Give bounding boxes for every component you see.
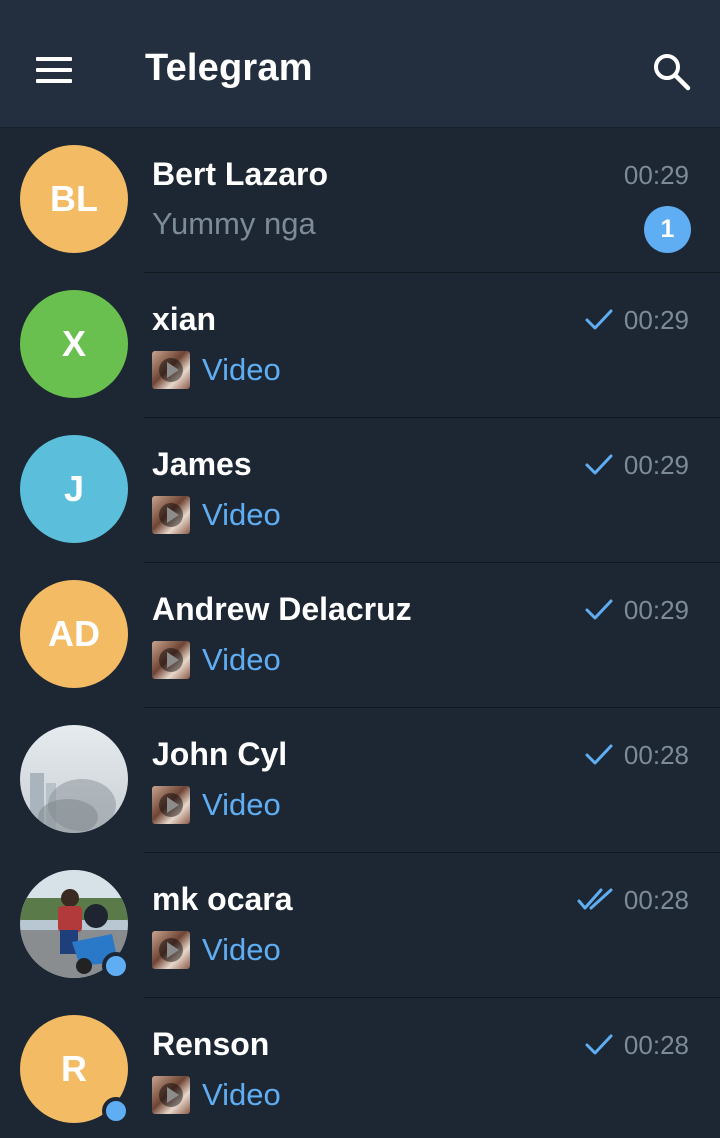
app-title: Telegram: [145, 47, 313, 89]
chat-row-james[interactable]: J James 00:29 Video: [0, 418, 720, 563]
hazy-sky-photo: [20, 725, 128, 833]
unread-count-badge: 1: [644, 206, 691, 253]
message-time: 00:28: [623, 1030, 689, 1060]
search-button[interactable]: [640, 40, 704, 104]
message-preview: Video: [152, 931, 281, 969]
online-indicator: [102, 952, 130, 980]
message-preview: Video: [152, 1076, 281, 1114]
top-app-bar: Telegram: [0, 0, 720, 128]
message-time: 00:28: [623, 885, 689, 915]
single-check-icon: [585, 454, 613, 475]
chat-name: James: [152, 446, 252, 482]
play-circle: [159, 503, 183, 527]
message-status: [584, 742, 614, 773]
video-thumbnail-icon: [152, 1076, 190, 1114]
video-thumbnail-icon: [152, 931, 190, 969]
message-preview: Yummy nga: [152, 206, 316, 242]
double-check-icon: [577, 888, 613, 910]
message-preview: Video: [152, 496, 281, 534]
chat-name: Andrew Delacruz: [152, 591, 412, 627]
play-circle: [159, 938, 183, 962]
chat-name: John Cyl: [152, 736, 288, 772]
preview-text: Yummy nga: [152, 206, 316, 241]
message-time: 00:29: [623, 305, 689, 335]
hamburger-menu-icon: [36, 57, 72, 83]
chat-name: mk ocara: [152, 881, 293, 917]
avatar[interactable]: X: [20, 290, 128, 398]
play-circle: [159, 1083, 183, 1107]
play-circle: [159, 793, 183, 817]
avatar[interactable]: AD: [20, 580, 128, 688]
preview-text: Video: [202, 352, 281, 387]
avatar-initials: X: [61, 323, 86, 364]
message-time: 00:29: [623, 160, 689, 190]
chat-name: Renson: [152, 1026, 270, 1062]
message-status: [584, 307, 614, 338]
message-status: [584, 597, 614, 628]
message-time: 00:29: [623, 595, 689, 625]
avatar[interactable]: J: [20, 435, 128, 543]
video-thumbnail-icon: [152, 496, 190, 534]
menu-button[interactable]: [22, 42, 88, 100]
message-preview: Video: [152, 786, 281, 824]
avatar[interactable]: BL: [20, 145, 128, 253]
single-check-icon: [585, 599, 613, 620]
avatar-initials: AD: [48, 613, 100, 654]
avatar-initials: R: [61, 1048, 87, 1089]
chat-row-xian[interactable]: X xian 00:29 Video: [0, 273, 720, 418]
avatar-initials: J: [63, 468, 85, 509]
preview-text: Video: [202, 642, 281, 677]
message-time: 00:28: [623, 740, 689, 770]
single-check-icon: [585, 1034, 613, 1055]
video-thumbnail-icon: [152, 786, 190, 824]
single-check-icon: [585, 744, 613, 765]
play-circle: [159, 358, 183, 382]
chat-row-mk-ocara[interactable]: mk ocara 00:28 Video: [0, 853, 720, 998]
video-thumbnail-icon: [152, 641, 190, 679]
message-status: [577, 887, 615, 918]
search-icon: [654, 54, 691, 91]
online-indicator: [102, 1097, 130, 1125]
chat-row-john-cyl[interactable]: John Cyl 00:28 Video: [0, 708, 720, 853]
preview-text: Video: [202, 1077, 281, 1112]
message-preview: Video: [152, 641, 281, 679]
preview-text: Video: [202, 497, 281, 532]
preview-text: Video: [202, 932, 281, 967]
video-thumbnail-icon: [152, 351, 190, 389]
avatar[interactable]: R: [20, 1015, 130, 1125]
single-check-icon: [585, 309, 613, 330]
chat-list: BL Bert Lazaro 00:29 Yummy nga 1 X xian …: [0, 128, 720, 1138]
message-preview: Video: [152, 351, 281, 389]
chat-row-andrew-delacruz[interactable]: AD Andrew Delacruz 00:29 Video: [0, 563, 720, 708]
chat-row-bert-lazaro[interactable]: BL Bert Lazaro 00:29 Yummy nga 1: [0, 128, 720, 273]
chat-name: Bert Lazaro: [152, 156, 329, 192]
message-time: 00:29: [623, 450, 689, 480]
message-status: [584, 452, 614, 483]
message-status: [584, 1032, 614, 1063]
chat-name: xian: [152, 301, 217, 337]
play-circle: [159, 648, 183, 672]
avatar[interactable]: [20, 725, 128, 833]
chat-row-renson[interactable]: R Renson 00:28 Video: [0, 998, 720, 1138]
telegram-app: Telegram BL Bert Lazaro 00:29 Yummy nga …: [0, 0, 720, 1138]
avatar[interactable]: [20, 870, 130, 980]
preview-text: Video: [202, 787, 281, 822]
avatar-initials: BL: [50, 178, 98, 219]
